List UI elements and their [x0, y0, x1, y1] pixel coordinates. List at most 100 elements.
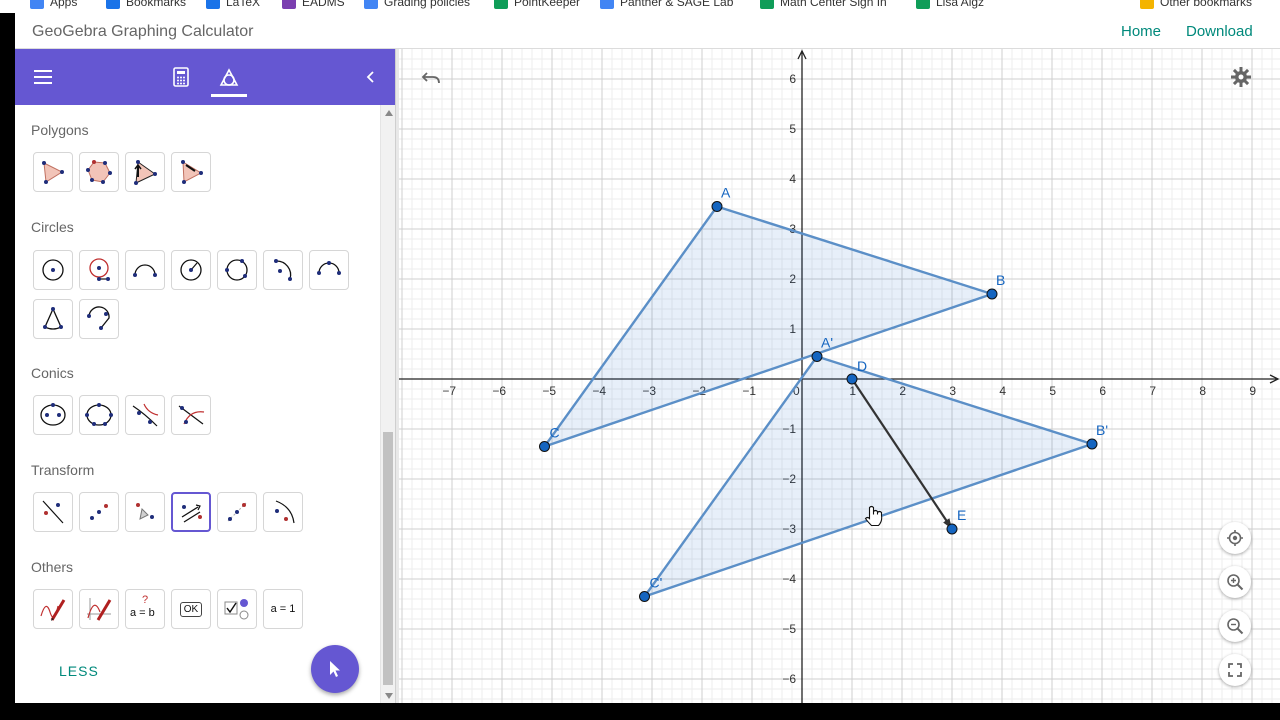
graphics-view[interactable]: −7−6−5−4−3−2−10123456789654321−1−2−3−4−5…: [399, 49, 1280, 703]
locate-icon[interactable]: [1219, 522, 1251, 554]
bookmark-icon: [494, 0, 508, 9]
y-tick-label: −6: [782, 672, 796, 686]
zoom-in-icon[interactable]: [1219, 566, 1251, 598]
bookmark-label: PointKeeper: [514, 0, 581, 9]
circular-sector-icon[interactable]: [33, 299, 73, 339]
x-tick-label: 5: [1049, 384, 1056, 398]
point-C: [539, 441, 550, 452]
less-button[interactable]: LESS: [59, 663, 99, 679]
bookmark-item[interactable]: Bookmarks: [106, 0, 186, 10]
menu-icon[interactable]: [21, 49, 65, 105]
x-tick-label: 4: [999, 384, 1006, 398]
circle-center-point-icon[interactable]: [33, 250, 73, 290]
scroll-up-icon[interactable]: [385, 110, 393, 116]
y-tick-label: 6: [789, 72, 796, 86]
graph-canvas[interactable]: −7−6−5−4−3−2−10123456789654321−1−2−3−4−5…: [399, 49, 1280, 703]
circle-radius-icon[interactable]: [79, 250, 119, 290]
bookmark-icon: [206, 0, 220, 9]
freehand-function-icon[interactable]: [79, 589, 119, 629]
fullscreen-icon[interactable]: [1219, 654, 1251, 686]
bookmark-item[interactable]: EADMS: [282, 0, 345, 10]
parabola-icon[interactable]: [171, 395, 211, 435]
section-title-circles: Circles: [31, 219, 74, 235]
x-tick-label: −7: [442, 384, 456, 398]
slider-icon[interactable]: a = 1: [263, 589, 303, 629]
section-title-conics: Conics: [31, 365, 74, 381]
point-Bp: [1086, 438, 1098, 450]
reflect-line-icon[interactable]: [33, 492, 73, 532]
pen-icon[interactable]: [33, 589, 73, 629]
bookmark-label: Panther & SAGE Lab: [620, 0, 734, 9]
checkbox-icon[interactable]: [217, 589, 257, 629]
hyperbola-icon[interactable]: [125, 395, 165, 435]
bookmark-label: Other bookmarks: [1160, 0, 1253, 9]
chevron-left-icon[interactable]: [349, 49, 393, 105]
point-D: [846, 373, 858, 385]
relation-icon[interactable]: ? a = b: [125, 589, 165, 629]
circle-three-points-icon[interactable]: [217, 250, 257, 290]
bookmark-item[interactable]: Lisa Algz: [916, 0, 984, 10]
regular-polygon-icon[interactable]: [79, 152, 119, 192]
conic-five-points-icon[interactable]: [79, 395, 119, 435]
point-label: A: [721, 185, 731, 201]
gear-icon[interactable]: [1225, 61, 1257, 93]
slider-tool-label: a = 1: [270, 603, 296, 615]
bookmark-item[interactable]: PointKeeper: [494, 0, 580, 10]
x-tick-label: 7: [1149, 384, 1156, 398]
app-title: GeoGebra Graphing Calculator: [32, 23, 254, 40]
y-tick-label: 4: [789, 172, 796, 186]
rotate-point-icon[interactable]: [125, 492, 165, 532]
x-tick-label: 9: [1249, 384, 1256, 398]
bookmark-icon: [1140, 0, 1154, 9]
compass-icon[interactable]: [171, 250, 211, 290]
bookmark-item[interactable]: Apps: [30, 0, 77, 10]
zoom-out-icon[interactable]: [1219, 610, 1251, 642]
window-frame-bottom: [0, 703, 1280, 720]
scroll-down-icon[interactable]: [385, 693, 393, 699]
download-link[interactable]: Download: [1186, 23, 1253, 40]
section-title-others: Others: [31, 559, 74, 575]
bookmark-label: Bookmarks: [126, 0, 187, 9]
bookmark-item[interactable]: Math Center Sign In: [760, 0, 887, 10]
bookmark-item[interactable]: Grading policies: [364, 0, 470, 10]
circular-arc-icon[interactable]: [263, 250, 303, 290]
cursor-icon: [330, 661, 340, 677]
point-Ap: [811, 351, 823, 362]
bookmark-label: Grading policies: [384, 0, 471, 9]
translate-vector-icon[interactable]: [171, 492, 211, 532]
section-title-polygons: Polygons: [31, 122, 89, 138]
point-label: B: [996, 272, 1005, 288]
bookmark-icon: [916, 0, 930, 9]
x-tick-label: −1: [742, 384, 756, 398]
semicircle-icon[interactable]: [125, 250, 165, 290]
x-tick-label: −5: [542, 384, 556, 398]
point-B: [986, 288, 998, 300]
point-label: C: [550, 425, 560, 441]
undo-icon[interactable]: [415, 61, 447, 93]
bookmark-label: LaTeX: [226, 0, 261, 9]
window-frame-left: [0, 13, 15, 720]
bookmark-item[interactable]: LaTeX: [206, 0, 260, 10]
rigid-polygon-icon[interactable]: [171, 152, 211, 192]
tools-scrollbar[interactable]: [380, 105, 395, 703]
y-tick-label: −5: [782, 622, 796, 636]
x-tick-label: 8: [1199, 384, 1206, 398]
scroll-thumb[interactable]: [383, 432, 393, 685]
vector-polygon-icon[interactable]: [125, 152, 165, 192]
relation-label: a = b: [130, 607, 155, 619]
circumcircular-arc-icon[interactable]: [309, 250, 349, 290]
move-tool-fab[interactable]: [311, 645, 359, 693]
button-tool-label: OK: [179, 601, 203, 617]
ellipse-icon[interactable]: [33, 395, 73, 435]
home-link[interactable]: Home: [1121, 23, 1161, 40]
bookmark-item[interactable]: Other bookmarks: [1140, 0, 1252, 10]
calculator-icon[interactable]: [159, 49, 203, 105]
button-icon[interactable]: OK: [171, 589, 211, 629]
bookmark-item[interactable]: Panther & SAGE Lab: [600, 0, 733, 10]
dilate-icon[interactable]: [217, 492, 257, 532]
reflect-point-icon[interactable]: [79, 492, 119, 532]
circumcircular-sector-icon[interactable]: [79, 299, 119, 339]
polygon-icon[interactable]: [33, 152, 73, 192]
y-tick-label: −4: [782, 572, 796, 586]
reflect-circle-icon[interactable]: [263, 492, 303, 532]
